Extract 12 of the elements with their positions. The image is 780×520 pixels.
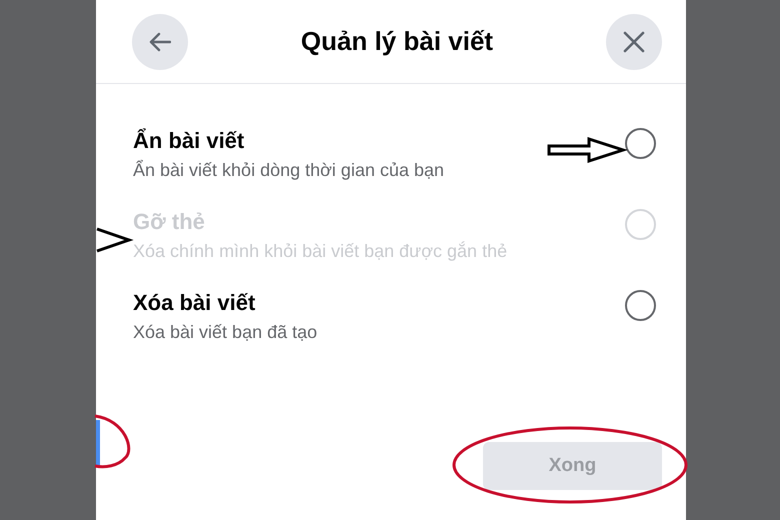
- ellipse-annotation: [94, 414, 130, 468]
- option-title: Xóa bài viết: [133, 289, 256, 317]
- option-title: Ẩn bài viết: [133, 127, 246, 155]
- back-arrow-icon: [149, 32, 171, 52]
- dialog-title: Quản lý bài viết: [300, 25, 494, 58]
- close-icon: [622, 30, 645, 52]
- radio-button[interactable]: [625, 128, 656, 159]
- chevron-annotation: [96, 228, 134, 252]
- option-description: Xóa bài viết bạn đã tạo: [133, 321, 318, 344]
- radio-button[interactable]: [625, 290, 656, 321]
- option-description: Ẩn bài viết khỏi dòng thời gian của bạn: [133, 158, 446, 182]
- page-fragment: [96, 420, 100, 465]
